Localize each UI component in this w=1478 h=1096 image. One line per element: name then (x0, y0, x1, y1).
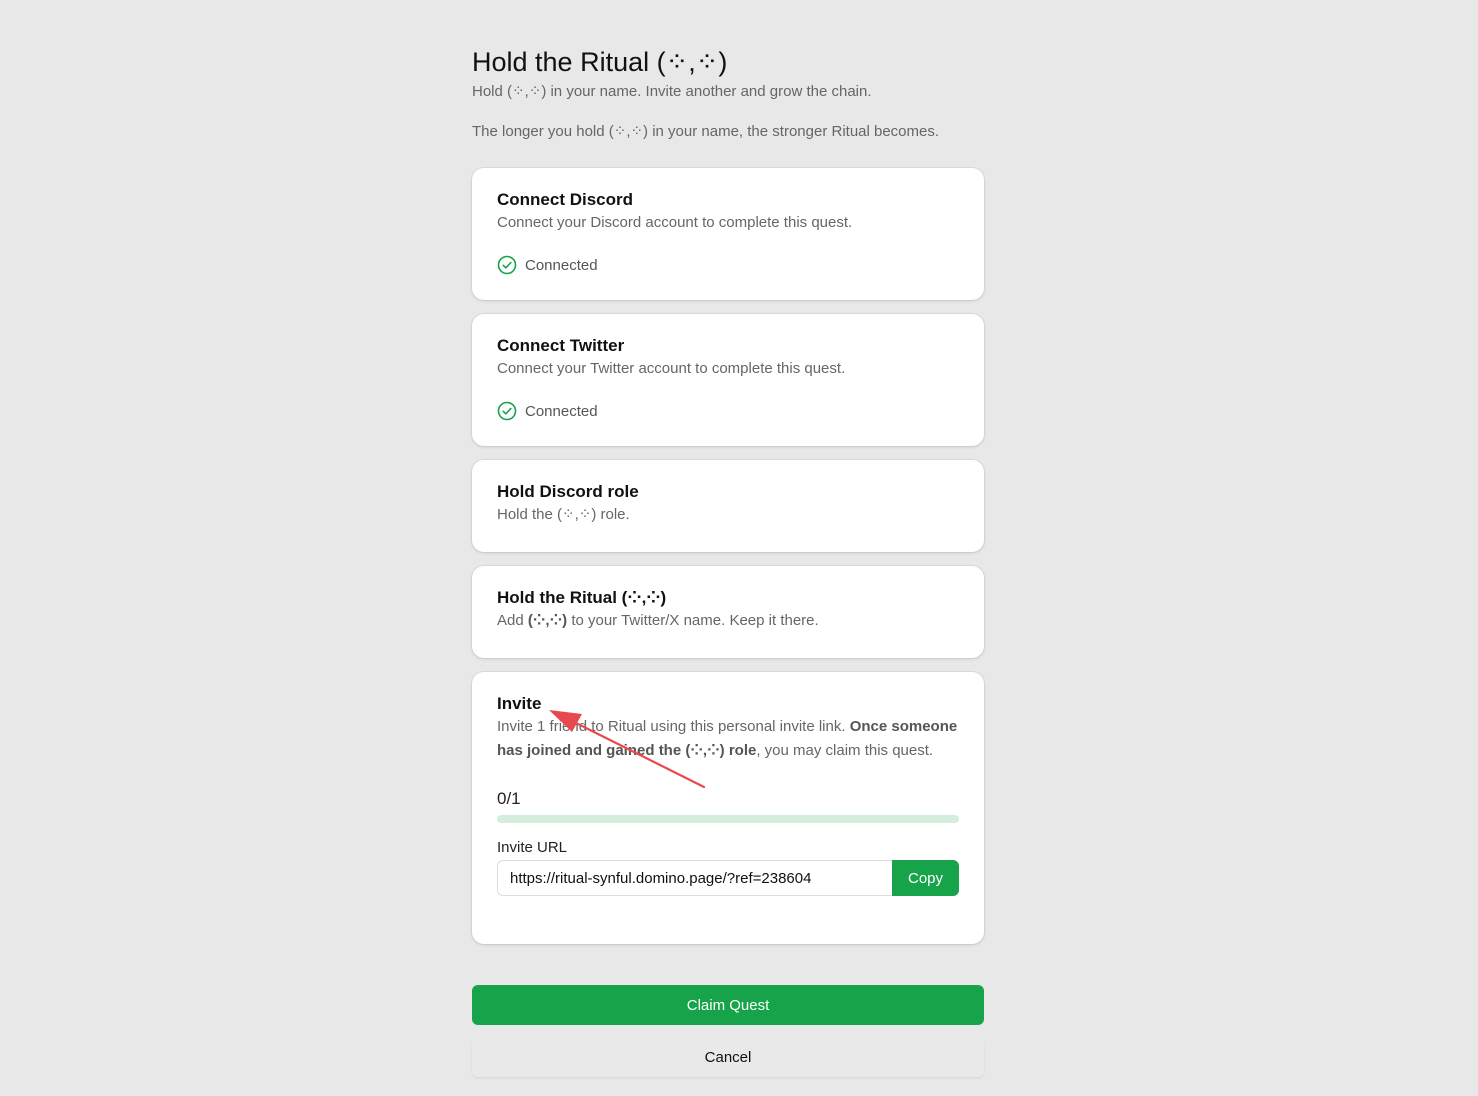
quest-card-invite: Invite Invite 1 friend to Ritual using t… (472, 672, 984, 944)
quest-card-connect-twitter: Connect Twitter Connect your Twitter acc… (472, 314, 984, 446)
page-subtitle-secondary: The longer you hold (⁘,⁘) in your name, … (472, 123, 940, 140)
connection-status: Connected (497, 401, 959, 421)
quest-title: Connect Twitter (497, 336, 625, 355)
quest-card-connect-discord: Connect Discord Connect your Discord acc… (472, 168, 984, 300)
quest-card-hold-ritual: Hold the Ritual (⁘,⁘) Add (⁘,⁘) to your … (472, 566, 984, 658)
quest-title: Hold the Ritual (⁘,⁘) (497, 588, 667, 607)
quest-title: Connect Discord (497, 190, 634, 209)
quest-title: Hold Discord role (497, 482, 639, 501)
quest-description: Connect your Discord account to complete… (497, 214, 853, 231)
invite-url-input[interactable] (497, 860, 892, 896)
description-part: to your Twitter/X name. Keep it there. (567, 612, 819, 629)
quest-description: Connect your Twitter account to complete… (497, 360, 846, 377)
connection-status: Connected (497, 255, 959, 275)
description-part: Invite 1 friend to Ritual using this per… (497, 718, 850, 735)
quest-title: Invite (497, 694, 542, 713)
page-subtitle: Hold (⁘,⁘) in your name. Invite another … (472, 83, 872, 100)
quest-description: Add (⁘,⁘) to your Twitter/X name. Keep i… (497, 609, 959, 633)
quest-card-hold-discord-role: Hold Discord role Hold the (⁘,⁘) role. (472, 460, 984, 552)
progress-count: 0/1 (497, 789, 521, 808)
description-part: , you may claim this quest. (756, 742, 934, 759)
quest-description: Hold the (⁘,⁘) role. (497, 506, 630, 523)
invite-url-row: Copy (497, 860, 959, 896)
copy-button[interactable]: Copy (892, 860, 959, 896)
check-circle-icon (497, 255, 517, 275)
check-circle-icon (497, 401, 517, 421)
progress-bar (497, 815, 959, 823)
page-title: Hold the Ritual (⁘,⁘) (472, 47, 728, 77)
quest-description: Invite 1 friend to Ritual using this per… (497, 715, 959, 763)
cancel-button[interactable]: Cancel (472, 1037, 984, 1077)
status-text: Connected (525, 402, 598, 420)
description-part: Add (497, 612, 528, 629)
description-emphasis: (⁘,⁘) (527, 612, 568, 629)
invite-url-label: Invite URL (497, 839, 568, 856)
status-text: Connected (525, 256, 598, 274)
claim-quest-button[interactable]: Claim Quest (472, 985, 984, 1025)
